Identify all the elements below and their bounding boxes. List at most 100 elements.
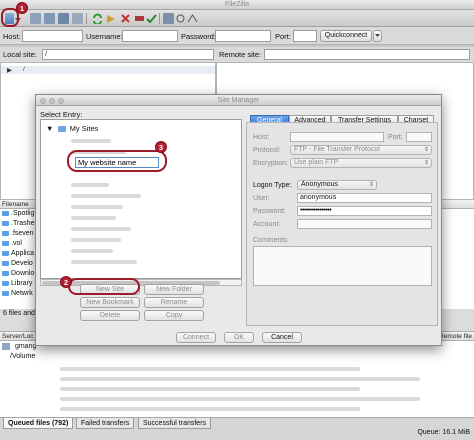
logon-type-value: Anonymous [301,181,338,188]
folder-icon [57,126,66,133]
new-folder-button[interactable]: New Folder [144,284,204,295]
server-icon [2,342,10,350]
file-row[interactable]: .Spotlig [0,209,34,219]
close-window-icon[interactable] [40,98,46,104]
cancel-operation-icon[interactable] [120,13,131,24]
new-bookmark-button[interactable]: New Bookmark [80,297,140,308]
tree-row-root[interactable]: ▶ / [1,66,215,74]
file-row[interactable]: Netwrk [0,289,33,299]
username-input[interactable] [122,30,178,42]
password-label: Password: [253,208,286,215]
queue-row[interactable]: gmang [2,342,36,352]
obscured-site-entry[interactable] [71,227,131,231]
file-row[interactable]: Downlo [0,269,34,279]
title-bar: FileZilla [0,0,474,10]
queue-icon[interactable] [72,13,83,24]
host-field[interactable] [290,132,384,142]
refresh-icon[interactable] [92,13,103,26]
filter-icon[interactable] [163,13,174,24]
local-tree-icon[interactable] [44,13,55,24]
connect-button[interactable]: Connect [176,332,216,343]
cancel-button[interactable]: Cancel [262,332,302,343]
host-label: Host: [3,32,21,41]
file-row[interactable]: Library [0,279,32,289]
password-input[interactable] [215,30,271,42]
queue-row[interactable]: /Volume [10,352,35,362]
folder-icon [2,220,9,226]
toolbar-separator [159,13,160,24]
protocol-select[interactable]: FTP - File Transfer Protocol ⇕ [290,145,432,155]
message-log-icon[interactable] [30,13,41,24]
queue-tabs-bar: Queued files (792) Failed transfers Succ… [0,417,474,440]
user-field[interactable]: anonymous [297,193,432,203]
file-name: .Trashe [11,220,35,227]
delete-button[interactable]: Delete [80,310,140,321]
port-field[interactable] [406,132,432,142]
file-row[interactable]: .vol [0,239,22,249]
obscured-site-entry[interactable] [71,183,109,187]
obscured-site-entry[interactable] [71,238,121,242]
dialog-title: Site Manager [217,97,260,104]
file-row[interactable]: Develo [0,259,33,269]
tab-failed-transfers[interactable]: Failed transfers [76,418,135,429]
minimize-window-icon[interactable] [49,98,55,104]
port-label: Port: [275,32,291,41]
file-row[interactable]: .fseven [0,229,34,239]
select-arrows-icon: ⇕ [368,182,374,188]
copy-button[interactable]: Copy [144,310,204,321]
callout-marker-1: 1 [16,2,28,14]
obscured-site-entry[interactable] [71,249,113,253]
obscured-site-entry[interactable] [71,260,137,264]
compare-icon[interactable] [175,13,186,24]
port-input[interactable] [293,30,317,42]
callout-ring-site-name [67,150,167,172]
folder-icon [2,240,9,246]
queue-col-remote[interactable]: Remote file [439,332,472,341]
reconnect-icon[interactable] [146,13,157,24]
password-field[interactable]: •••••••••••••••• [297,206,432,216]
tab-successful-transfers[interactable]: Successful transfers [138,418,212,429]
callout-marker-3: 3 [155,141,167,153]
obscured-site-entry[interactable] [71,205,123,209]
sync-browse-icon[interactable] [187,13,198,24]
local-path-input[interactable]: / [42,49,214,60]
queue-col-server[interactable]: Server/Loc [2,332,33,341]
remote-tree-icon[interactable] [58,13,69,24]
tab-queued-files[interactable]: Queued files (792) [3,418,74,429]
remote-site-label: Remote site: [219,50,262,59]
tree-node-my-sites[interactable]: ▼ My Sites [46,124,98,133]
quickconnect-history-button[interactable] [373,30,382,42]
remote-path-input[interactable] [264,49,470,60]
obscured-queue-row [60,407,360,411]
comments-field[interactable] [253,246,432,286]
expand-arrow-icon[interactable]: ▶ [7,66,12,74]
port-label: Port: [388,134,403,141]
file-row[interactable]: Applica [0,249,34,259]
account-field[interactable] [297,219,432,229]
queue-size-status: Queue: 16.1 MiB [417,429,470,436]
obscured-site-entry[interactable] [71,216,116,220]
encryption-select[interactable]: Use plain FTP ⇕ [290,158,432,168]
ok-button[interactable]: OK [224,332,254,343]
file-name: .fseven [11,230,34,237]
folder-icon [2,250,9,256]
zoom-window-icon[interactable] [58,98,64,104]
queue-row-label: gmang [14,343,37,350]
folder-icon [2,230,9,236]
collapse-arrow-icon[interactable]: ▼ [46,124,53,133]
protocol-value: FTP - File Transfer Protocol [294,146,380,153]
site-tree[interactable]: ▼ My Sites My website name [40,119,242,279]
logon-type-select[interactable]: Anonymous ⇕ [297,180,377,190]
obscured-site-entry[interactable] [71,194,141,198]
obscured-site-entry[interactable] [71,139,111,143]
host-input[interactable] [22,30,83,42]
window-title: FileZilla [224,1,250,8]
quickconnect-button[interactable]: Quickconnect [320,30,372,42]
file-row[interactable]: .Trashe [0,219,34,229]
callout-marker-2: 2 [60,276,72,288]
process-queue-icon[interactable] [106,13,117,24]
rename-button[interactable]: Rename [144,297,204,308]
disconnect-icon[interactable] [134,13,145,24]
obscured-queue-row [60,367,360,371]
password-label: Password: [181,32,217,41]
